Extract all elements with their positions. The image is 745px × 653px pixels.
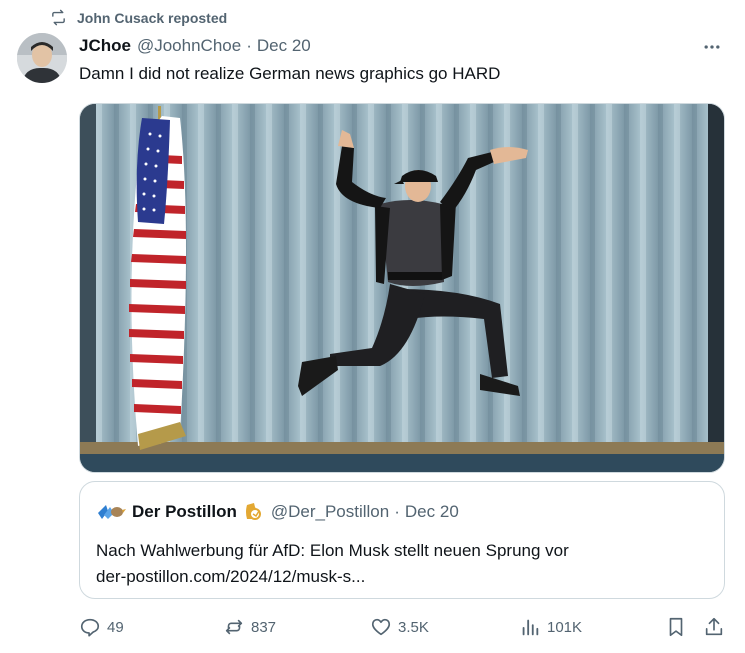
separator-dot: · — [246, 36, 252, 55]
like-button[interactable]: 3.5K — [370, 616, 429, 638]
bookmark-icon — [669, 617, 683, 637]
share-button[interactable] — [703, 616, 725, 638]
quote-text: Nach Wahlwerbung für AfD: Elon Musk stel… — [96, 538, 569, 590]
author-name[interactable]: JChoe — [79, 36, 131, 56]
tweet-header: JChoe @JoohnChoe · Dec 20 — [79, 36, 725, 56]
avatar[interactable] — [17, 33, 67, 83]
views-button[interactable]: 101K — [519, 616, 582, 638]
tweet-date[interactable]: Dec 20 — [257, 36, 311, 56]
more-button[interactable] — [699, 34, 725, 60]
quote-date[interactable]: Dec 20 — [405, 502, 459, 522]
action-bar: 49 837 3.5K 101K — [79, 616, 725, 642]
postillon-logo-icon[interactable] — [96, 501, 126, 523]
retweet-button[interactable]: 837 — [223, 616, 276, 638]
quote-header: Der Postillon @Der_Postillon · Dec 20 — [96, 501, 459, 523]
share-icon — [705, 617, 723, 636]
quote-author-name[interactable]: Der Postillon — [132, 502, 237, 522]
quote-tweet[interactable]: Der Postillon @Der_Postillon · Dec 20 Na… — [79, 481, 725, 599]
quote-link[interactable]: der-postillon.com/2024/12/musk-s... — [96, 564, 569, 590]
view-count: 101K — [547, 618, 583, 636]
bookmark-button[interactable] — [665, 616, 687, 638]
tweet-text: Damn I did not realize German news graph… — [79, 64, 501, 83]
heart-icon — [371, 618, 391, 636]
views-chart-icon — [522, 619, 539, 636]
reply-icon — [80, 618, 100, 637]
quote-separator-dot: · — [394, 502, 400, 521]
repost-icon — [52, 9, 65, 26]
repost-label: John Cusack reposted — [77, 9, 228, 26]
repost-indicator[interactable]: John Cusack reposted — [50, 9, 227, 26]
like-count: 3.5K — [398, 618, 429, 636]
organization-badge-icon[interactable] — [243, 501, 265, 523]
retweet-icon — [225, 619, 243, 635]
author-handle[interactable]: @JoohnChoe — [137, 36, 241, 56]
retweet-count: 837 — [251, 618, 277, 636]
reply-button[interactable]: 49 — [79, 616, 124, 638]
quote-text-line: Nach Wahlwerbung für AfD: Elon Musk stel… — [96, 541, 569, 560]
quote-author-handle[interactable]: @Der_Postillon — [271, 502, 389, 522]
tweet-image[interactable] — [79, 103, 725, 473]
reply-count: 49 — [107, 618, 124, 636]
more-icon — [704, 45, 720, 49]
